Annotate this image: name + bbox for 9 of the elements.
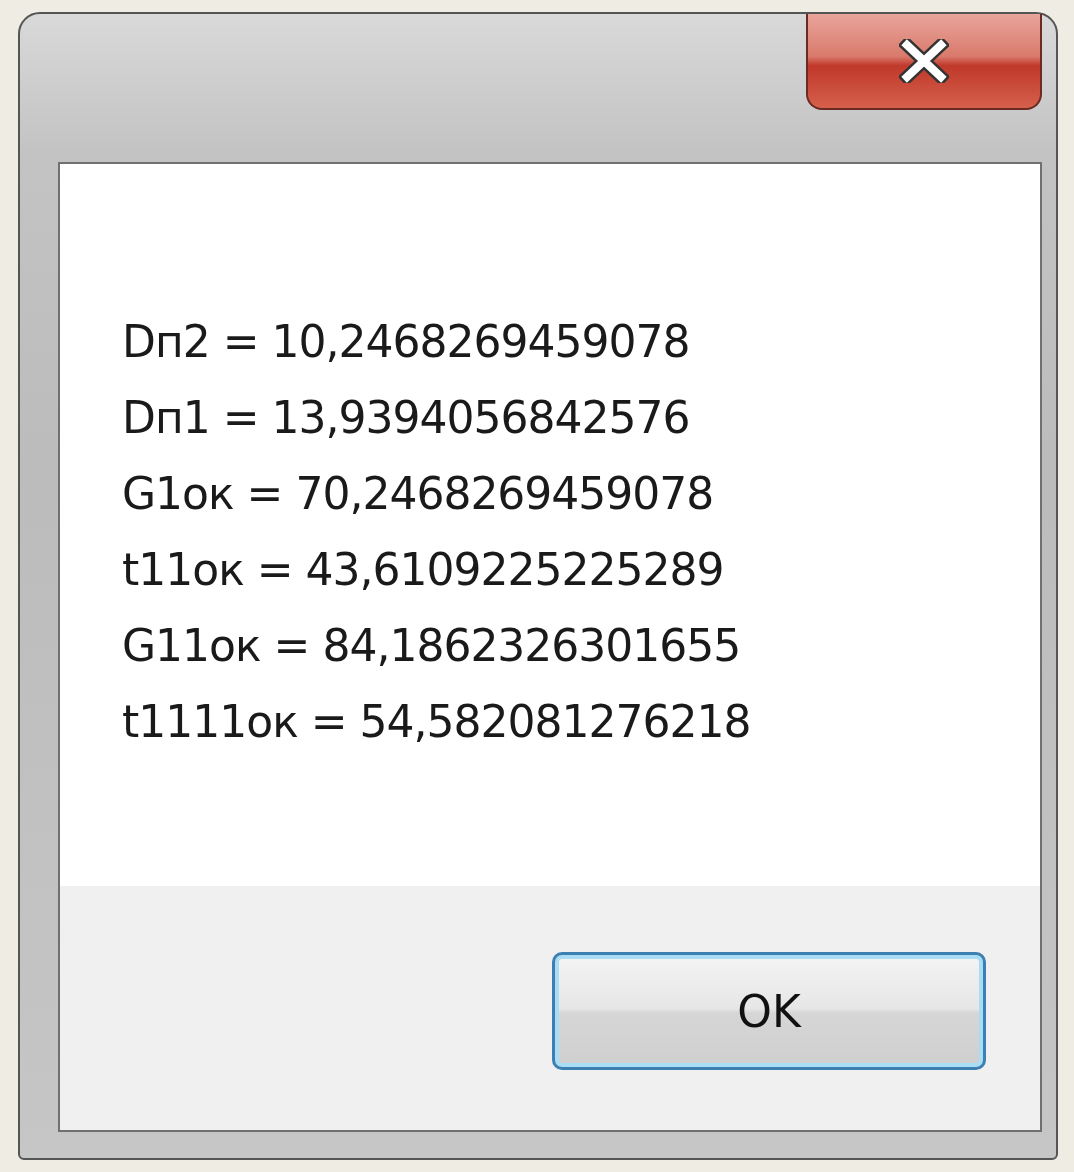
message-line: t1111ок = 54,582081276218: [122, 695, 752, 749]
message-line: Dп2 = 10,2468269459078: [122, 315, 691, 369]
close-icon: [899, 39, 949, 83]
message-line: Dп1 = 13,9394056842576: [122, 391, 691, 445]
message-line: G11ок = 84,1862326301655: [122, 619, 742, 673]
ok-button[interactable]: OK: [552, 952, 986, 1070]
message-line: G1ок = 70,2468269459078: [122, 467, 715, 521]
close-button[interactable]: [806, 14, 1042, 110]
message-line: t11ок = 43,6109225225289: [122, 543, 725, 597]
